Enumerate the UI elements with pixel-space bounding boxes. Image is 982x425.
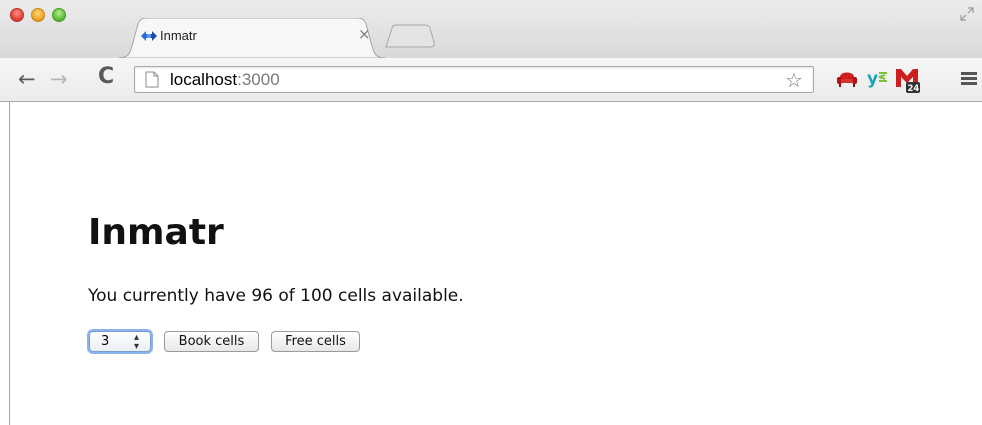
mail-24-icon[interactable]: 24 [894,65,922,95]
url-host: localhost [170,70,238,89]
cells-count-value: 3 [101,334,110,349]
ys-icon[interactable]: y [866,67,890,89]
svg-text:y: y [867,69,878,89]
address-bar[interactable]: localhost:3000 ☆ [134,66,814,93]
window-minimize-icon[interactable] [31,8,45,22]
menu-icon[interactable] [961,72,977,86]
back-button[interactable]: ← [18,68,36,90]
tab-inmatr[interactable]: Inmatr × [118,18,386,58]
address-url: localhost:3000 [170,70,280,90]
free-cells-button[interactable]: Free cells [271,331,360,352]
mail-badge: 24 [908,84,920,94]
cells-status-text: You currently have 96 of 100 cells avail… [88,286,464,306]
tab-strip: Inmatr × [0,0,982,58]
window-maximize-icon[interactable] [52,8,66,22]
tab-close-icon[interactable]: × [358,25,371,43]
book-cells-button[interactable]: Book cells [164,331,259,352]
url-port: :3000 [237,70,280,89]
page-viewport: Inmatr You currently have 96 of 100 cell… [0,102,982,425]
window-close-icon[interactable] [10,8,24,22]
tab-title: Inmatr [160,28,197,43]
tab-shape [118,18,386,58]
armchair-icon[interactable] [836,69,858,87]
page-edge [9,102,10,425]
page-icon [145,71,159,88]
browser-toolbar: ← → C localhost:3000 ☆ y 24 [0,58,982,102]
new-tab-button[interactable] [384,24,436,48]
diamond-arrows-icon [141,31,157,41]
cells-count-select[interactable]: 3 ▴ ▾ [89,331,151,352]
bookmark-star-icon[interactable]: ☆ [785,68,803,92]
fullscreen-icon[interactable] [959,6,975,22]
page-title: Inmatr [88,212,224,253]
forward-button[interactable]: → [50,68,68,90]
select-arrows-icon: ▴ ▾ [134,332,140,352]
reload-button[interactable]: C [98,66,114,88]
browser-window: Inmatr × ← → C localhost:3000 ☆ y 24 Inm… [0,0,982,425]
